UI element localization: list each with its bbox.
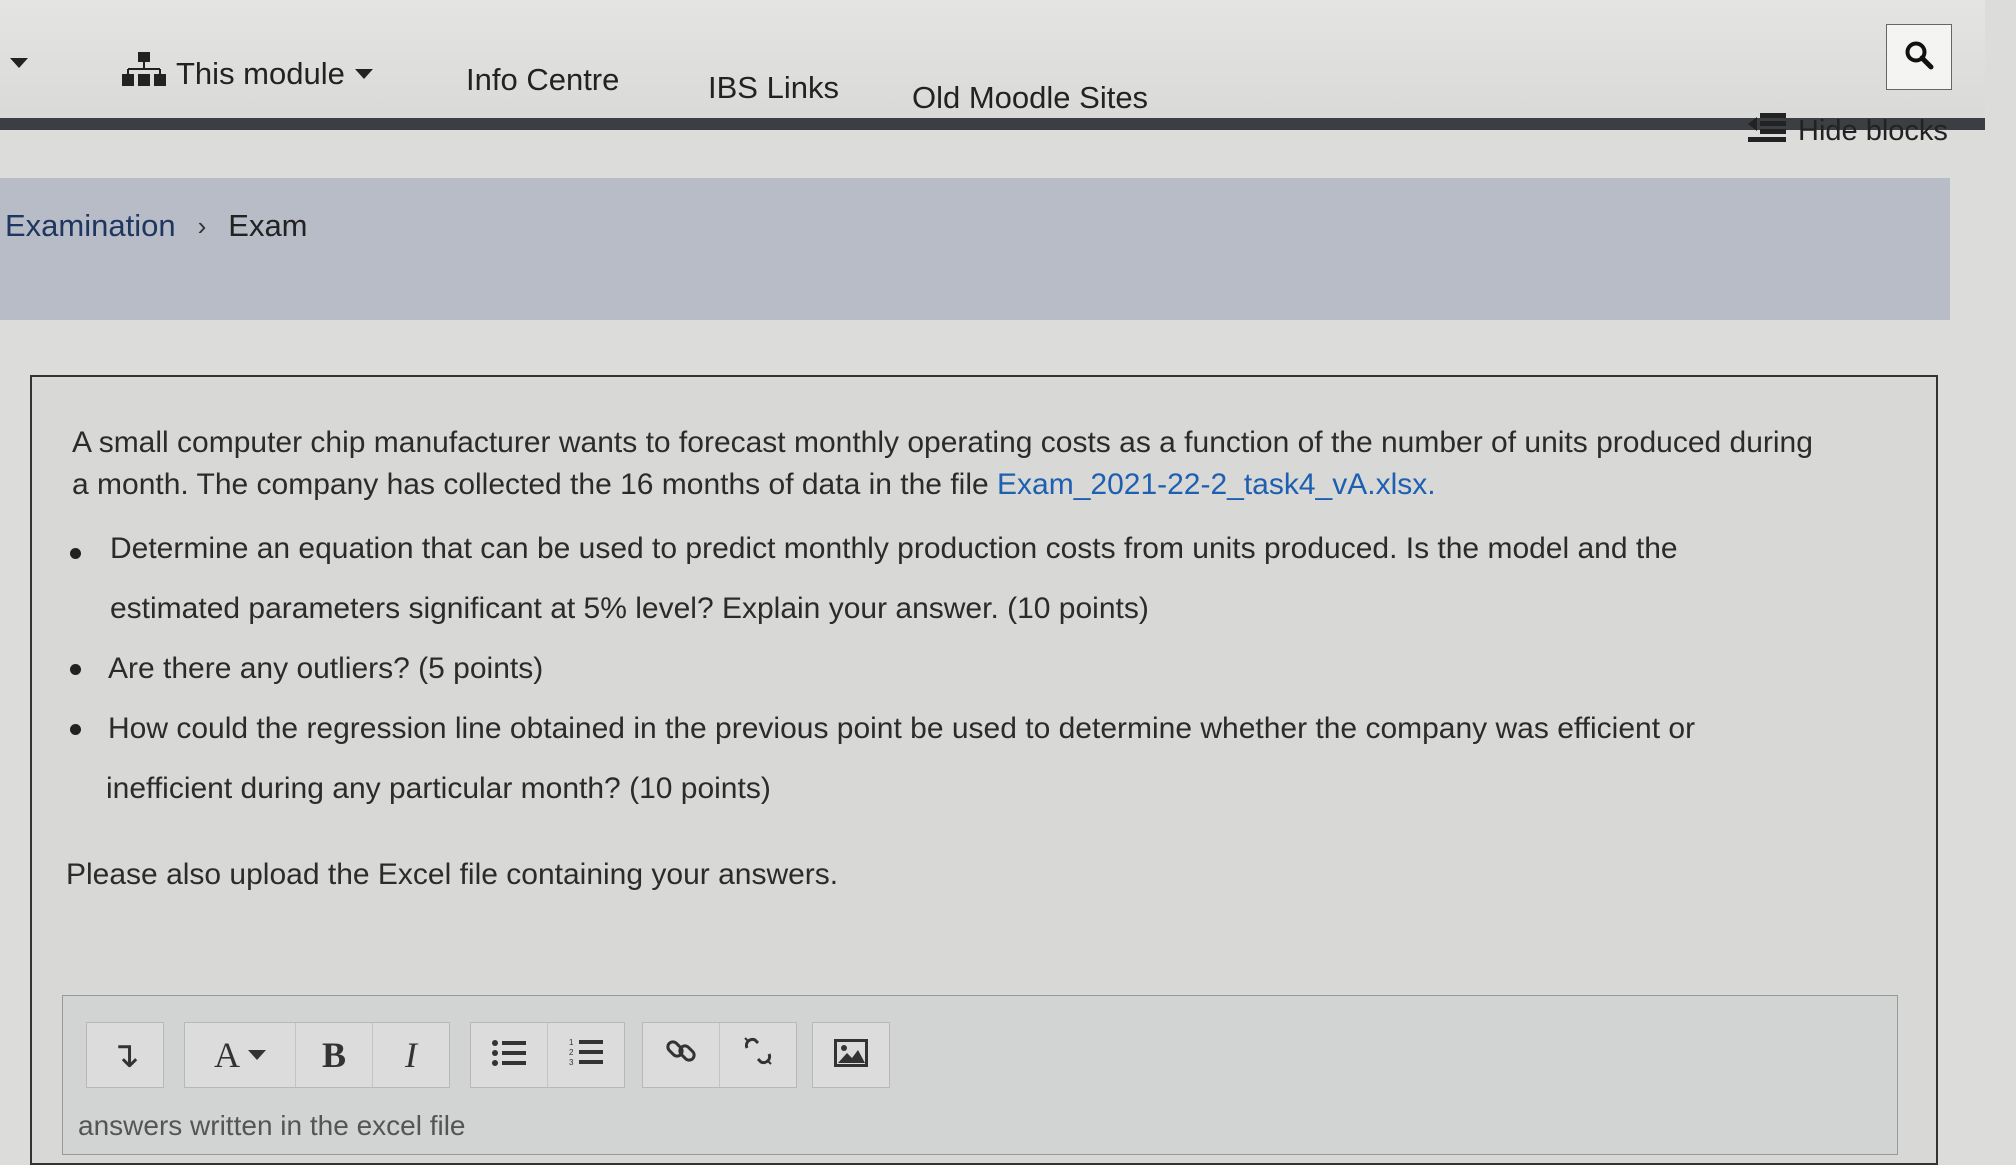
bullet-icon: [70, 548, 81, 559]
nav-old-moodle-sites-label: Old Moodle Sites: [912, 80, 1149, 115]
bullet-1-line-1: Determine an equation that can be used t…: [110, 532, 1678, 565]
hide-blocks-label: Hide blocks: [1798, 114, 1948, 147]
breadcrumb: Examination › Exam: [5, 208, 308, 244]
exam-file-link[interactable]: Exam_2021-22-2_task4_vA.xlsx: [997, 468, 1427, 501]
question-intro-text: A small computer chip manufacturer wants…: [72, 426, 1813, 501]
insert-image-button[interactable]: [813, 1023, 889, 1087]
chevron-down-icon: [10, 58, 28, 68]
svg-text:3: 3: [569, 1058, 574, 1067]
ordered-list-button[interactable]: 123: [548, 1023, 624, 1087]
toolbar-collapse-button[interactable]: ↴: [87, 1023, 163, 1087]
bullet-icon: [70, 724, 81, 735]
list-outdent-icon: [1748, 112, 1786, 150]
svg-text:2: 2: [569, 1048, 574, 1057]
italic-button[interactable]: I: [373, 1023, 449, 1087]
breadcrumb-bar: [0, 178, 1950, 320]
italic-icon: I: [405, 1035, 417, 1075]
search-icon: [1904, 40, 1934, 75]
toolbar-group-media: [812, 1022, 890, 1088]
toolbar-group-lists: 123: [470, 1022, 625, 1088]
menu-caret-button[interactable]: [10, 58, 28, 68]
nav-this-module[interactable]: This module: [122, 52, 373, 96]
nav-divider: [0, 118, 1985, 130]
bullet-3-line-2: inefficient during any particular month?…: [106, 772, 771, 805]
hide-blocks-button[interactable]: Hide blocks: [1748, 112, 1948, 150]
nav-ibs-links-label: IBS Links: [708, 70, 839, 105]
svg-text:1: 1: [569, 1038, 574, 1047]
question-intro-end: .: [1427, 468, 1436, 501]
image-icon: [834, 1034, 868, 1076]
bold-icon: B: [321, 1035, 346, 1075]
upload-instruction: Please also upload the Excel file contai…: [66, 858, 839, 891]
search-button[interactable]: [1886, 24, 1952, 90]
toolbar-group-format: A B I: [184, 1022, 450, 1088]
link-icon: [664, 1034, 698, 1077]
collapse-icon: ↴: [109, 1034, 141, 1075]
unordered-list-icon: [492, 1034, 526, 1076]
nav-old-moodle-sites[interactable]: Old Moodle Sites: [912, 80, 1148, 116]
font-style-dropdown[interactable]: A: [185, 1023, 296, 1087]
breadcrumb-separator: ›: [197, 210, 207, 241]
bullet-icon: [70, 664, 81, 675]
font-icon: A: [214, 1035, 240, 1075]
toolbar-group-collapse: ↴: [86, 1022, 164, 1088]
nav-info-centre[interactable]: Info Centre: [466, 62, 619, 98]
bullet-1-line-2: estimated parameters significant at 5% l…: [110, 592, 1149, 625]
bold-button[interactable]: B: [296, 1023, 373, 1087]
ordered-list-icon: 123: [569, 1034, 603, 1076]
nav-ibs-links[interactable]: IBS Links: [708, 70, 839, 106]
unlink-icon: [741, 1034, 775, 1077]
insert-link-button[interactable]: [643, 1023, 720, 1087]
toolbar-group-links: [642, 1022, 797, 1088]
unlink-button[interactable]: [720, 1023, 796, 1087]
breadcrumb-item-examination[interactable]: Examination: [5, 208, 176, 244]
nav-this-module-label: This module: [176, 56, 345, 91]
chevron-down-icon: [248, 1050, 266, 1060]
bullet-3-line-1: How could the regression line obtained i…: [108, 712, 1696, 745]
editor-content[interactable]: answers written in the excel file: [78, 1110, 466, 1142]
unordered-list-button[interactable]: [471, 1023, 548, 1087]
breadcrumb-item-exam[interactable]: Exam: [228, 208, 307, 244]
question-intro: A small computer chip manufacturer wants…: [72, 422, 1832, 506]
bullet-2-line-1: Are there any outliers? (5 points): [108, 652, 544, 685]
sitemap-icon: [122, 52, 166, 96]
chevron-down-icon: [354, 69, 373, 79]
nav-info-centre-label: Info Centre: [466, 62, 620, 97]
